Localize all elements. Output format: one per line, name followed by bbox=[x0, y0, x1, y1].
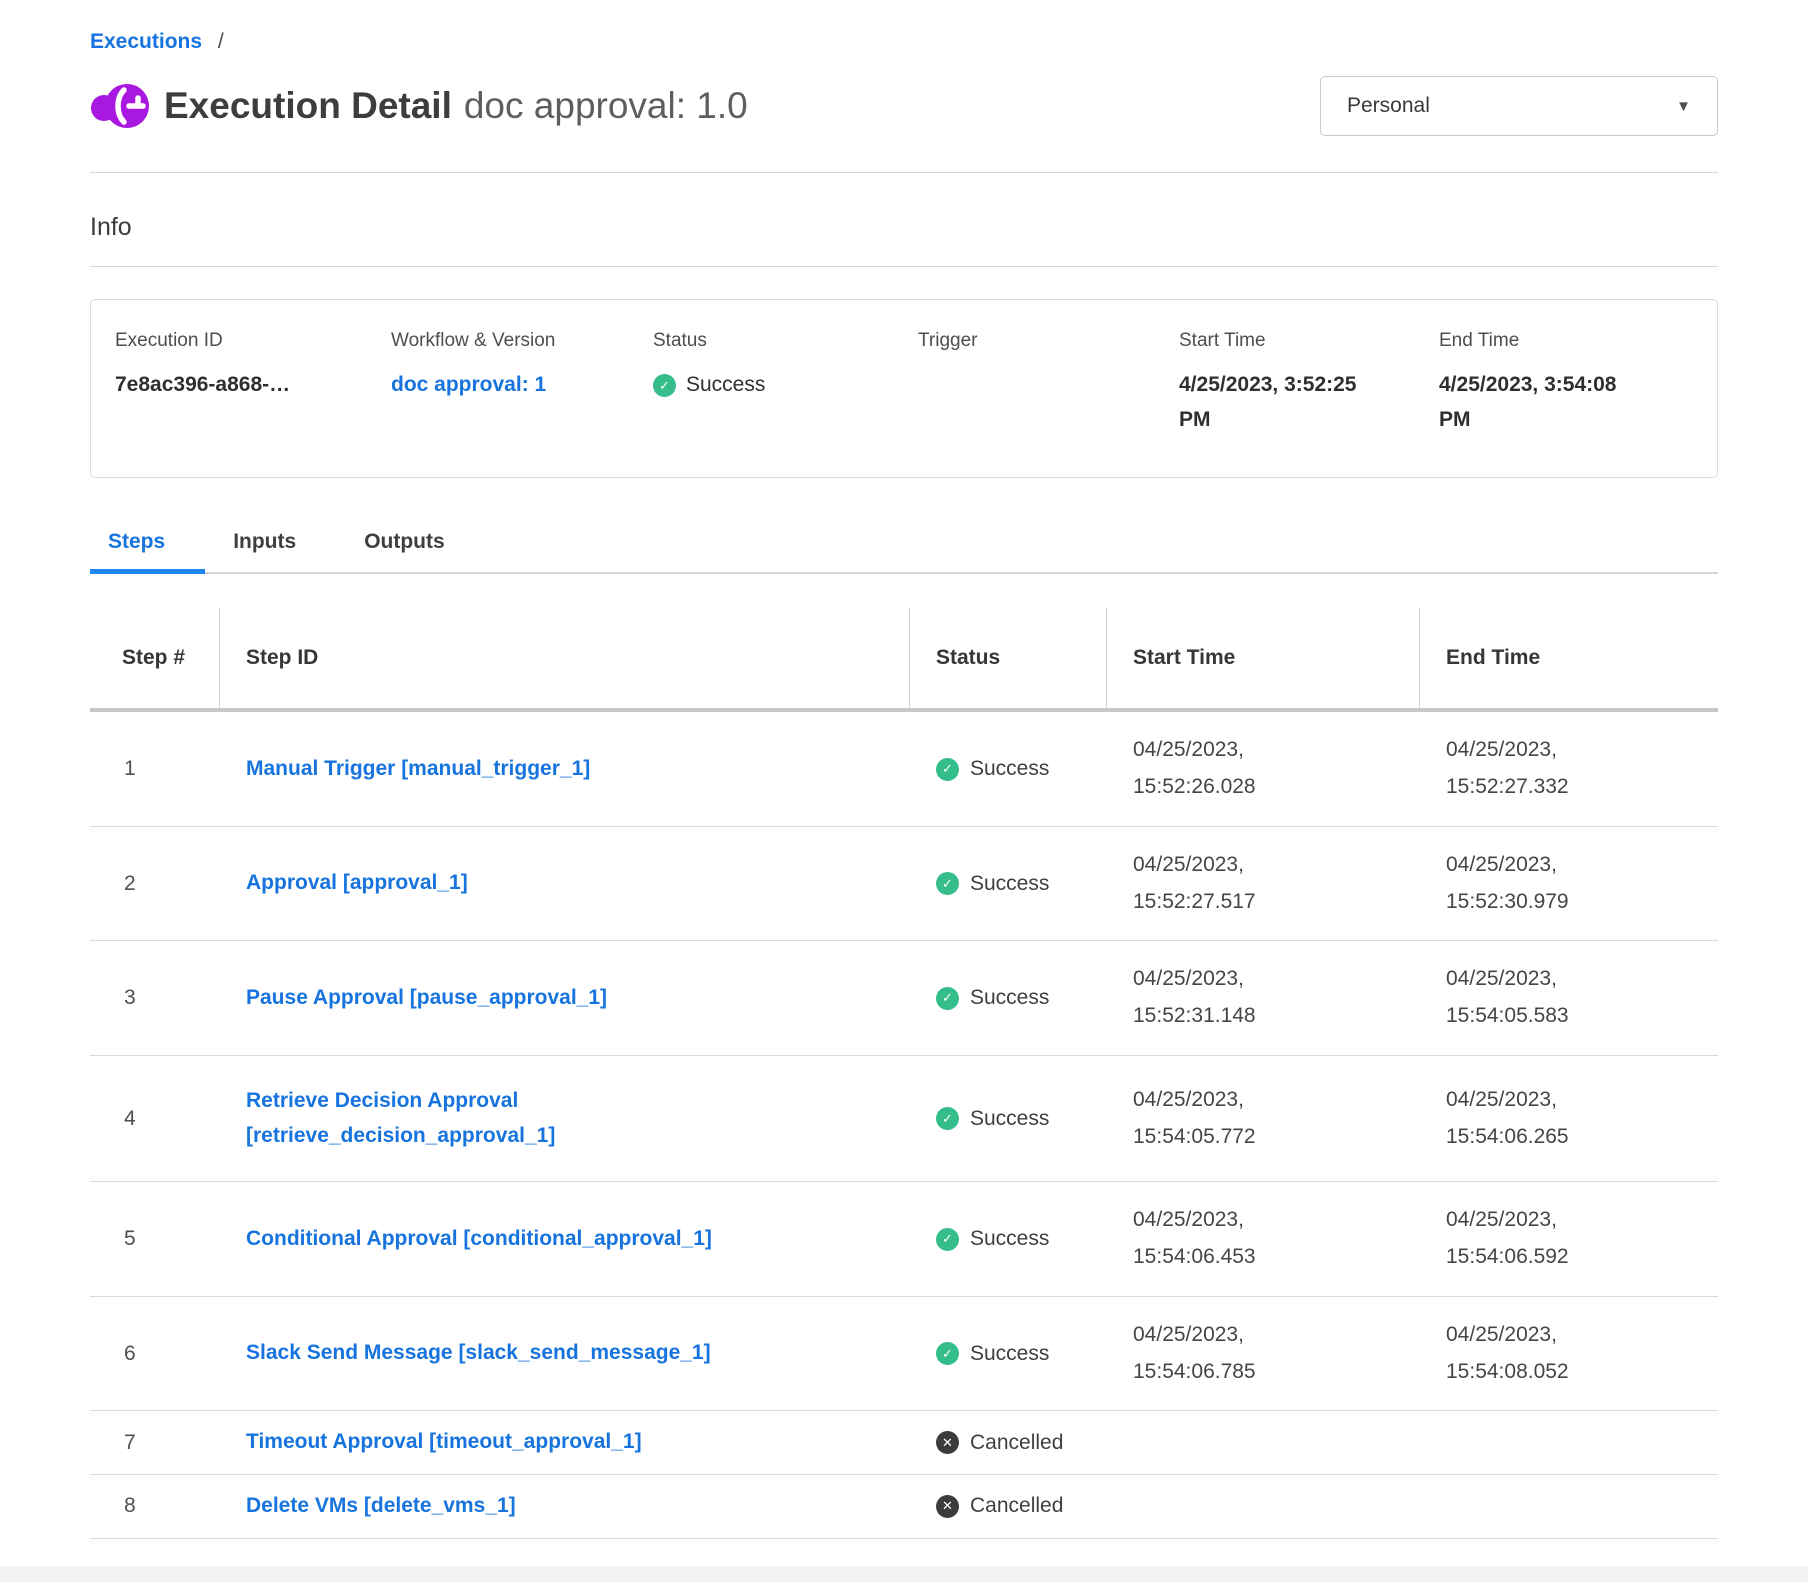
end-time: 04/25/2023, 15:54:06.592 bbox=[1446, 1202, 1616, 1276]
status-badge: Cancelled bbox=[910, 1494, 1107, 1518]
table-row: 4 Retrieve Decision Approval [retrieve_d… bbox=[90, 1056, 1718, 1183]
success-check-icon bbox=[936, 1107, 959, 1130]
field-label: Workflow & Version bbox=[391, 330, 653, 352]
status-badge: Success bbox=[910, 872, 1107, 896]
tab-inputs[interactable]: Inputs bbox=[215, 530, 336, 574]
success-check-icon bbox=[936, 1228, 959, 1251]
step-link[interactable]: Slack Send Message [slack_send_message_1… bbox=[246, 1336, 711, 1371]
start-time: 04/25/2023, 15:54:06.785 bbox=[1133, 1317, 1303, 1391]
success-check-icon bbox=[936, 758, 959, 781]
status-badge: Success bbox=[910, 1107, 1107, 1131]
step-number: 8 bbox=[90, 1494, 220, 1518]
table-row: 3 Pause Approval [pause_approval_1] Succ… bbox=[90, 941, 1718, 1056]
step-link[interactable]: Approval [approval_1] bbox=[246, 866, 468, 901]
page-header: Execution Detail doc approval: 1.0 Person… bbox=[90, 76, 1718, 136]
header-divider bbox=[90, 172, 1718, 173]
step-link[interactable]: Conditional Approval [conditional_approv… bbox=[246, 1222, 712, 1257]
col-step-id: Step ID bbox=[220, 608, 910, 708]
success-check-icon bbox=[936, 1342, 959, 1365]
field-execution-id: Execution ID 7e8ac396-a868-… bbox=[115, 330, 391, 437]
step-link[interactable]: Pause Approval [pause_approval_1] bbox=[246, 981, 607, 1016]
end-time: 04/25/2023, 15:52:27.332 bbox=[1446, 732, 1616, 806]
step-number: 7 bbox=[90, 1431, 220, 1455]
info-divider bbox=[90, 266, 1718, 267]
end-time: 04/25/2023, 15:52:30.979 bbox=[1446, 847, 1616, 921]
step-number: 5 bbox=[90, 1227, 220, 1251]
step-number: 1 bbox=[90, 757, 220, 781]
table-row: 6 Slack Send Message [slack_send_message… bbox=[90, 1297, 1718, 1412]
step-number: 6 bbox=[90, 1342, 220, 1366]
step-link[interactable]: Retrieve Decision Approval [retrieve_dec… bbox=[246, 1084, 806, 1153]
breadcrumb-executions-link[interactable]: Executions bbox=[90, 30, 202, 53]
breadcrumb: Executions / bbox=[90, 0, 1718, 54]
col-end-time: End Time bbox=[1420, 608, 1718, 708]
table-row: 1 Manual Trigger [manual_trigger_1] Succ… bbox=[90, 712, 1718, 827]
success-check-icon bbox=[936, 987, 959, 1010]
start-time: 04/25/2023, 15:52:31.148 bbox=[1133, 961, 1303, 1035]
field-status: Status Success bbox=[653, 330, 918, 437]
step-link[interactable]: Timeout Approval [timeout_approval_1] bbox=[246, 1425, 642, 1460]
col-status: Status bbox=[910, 608, 1107, 708]
status-badge: Cancelled bbox=[910, 1431, 1107, 1455]
tab-bar: Steps Inputs Outputs bbox=[90, 530, 1718, 574]
status-badge: Success bbox=[910, 1227, 1107, 1251]
field-label: Start Time bbox=[1179, 330, 1439, 352]
tab-outputs[interactable]: Outputs bbox=[346, 530, 484, 574]
cancelled-x-icon bbox=[936, 1431, 959, 1454]
workflow-version-link[interactable]: doc approval: 1 bbox=[391, 373, 546, 396]
field-label: Trigger bbox=[918, 330, 1179, 352]
start-time-value: 4/25/2023, 3:52:25 PM bbox=[1179, 368, 1384, 437]
info-card: Execution ID 7e8ac396-a868-… Workflow & … bbox=[90, 299, 1718, 478]
success-check-icon bbox=[653, 374, 676, 397]
col-step-num: Step # bbox=[90, 608, 220, 708]
status-value: Success bbox=[686, 368, 765, 403]
breadcrumb-separator: / bbox=[218, 30, 224, 53]
start-time: 04/25/2023, 15:52:27.517 bbox=[1133, 847, 1303, 921]
cancelled-x-icon bbox=[936, 1495, 959, 1518]
status-badge: Success bbox=[910, 986, 1107, 1010]
step-number: 3 bbox=[90, 986, 220, 1010]
info-section-title: Info bbox=[90, 213, 1718, 242]
execution-detail-page: Executions / Execution Detail doc approva… bbox=[90, 0, 1718, 1539]
table-row: 7 Timeout Approval [timeout_approval_1] … bbox=[90, 1411, 1718, 1475]
step-link[interactable]: Manual Trigger [manual_trigger_1] bbox=[246, 752, 590, 787]
field-label: Status bbox=[653, 330, 918, 352]
end-time: 04/25/2023, 15:54:05.583 bbox=[1446, 961, 1616, 1035]
field-trigger: Trigger bbox=[918, 330, 1179, 437]
start-time: 04/25/2023, 15:52:26.028 bbox=[1133, 732, 1303, 806]
scope-dropdown-value: Personal bbox=[1347, 94, 1430, 118]
end-time: 04/25/2023, 15:54:08.052 bbox=[1446, 1317, 1616, 1391]
field-label: Execution ID bbox=[115, 330, 391, 352]
chevron-down-icon[interactable] bbox=[1676, 99, 1691, 114]
step-link[interactable]: Delete VMs [delete_vms_1] bbox=[246, 1489, 516, 1524]
success-check-icon bbox=[936, 872, 959, 895]
step-number: 2 bbox=[90, 872, 220, 896]
start-time: 04/25/2023, 15:54:05.772 bbox=[1133, 1082, 1303, 1156]
bottom-strip bbox=[0, 1566, 1808, 1582]
execution-id-value: 7e8ac396-a868-… bbox=[115, 368, 391, 403]
field-label: End Time bbox=[1439, 330, 1717, 352]
start-time: 04/25/2023, 15:54:06.453 bbox=[1133, 1202, 1303, 1276]
status-badge: Success bbox=[910, 757, 1107, 781]
end-time: 04/25/2023, 15:54:06.265 bbox=[1446, 1082, 1616, 1156]
tab-steps[interactable]: Steps bbox=[90, 530, 205, 574]
workflow-logo-icon bbox=[90, 79, 150, 133]
table-header: Step # Step ID Status Start Time End Tim… bbox=[90, 608, 1718, 712]
table-row: 2 Approval [approval_1] Success 04/25/20… bbox=[90, 827, 1718, 942]
col-start-time: Start Time bbox=[1107, 608, 1420, 708]
end-time-value: 4/25/2023, 3:54:08 PM bbox=[1439, 368, 1644, 437]
field-workflow-version: Workflow & Version doc approval: 1 bbox=[391, 330, 653, 437]
table-row: 5 Conditional Approval [conditional_appr… bbox=[90, 1182, 1718, 1297]
scope-dropdown[interactable]: Personal bbox=[1320, 76, 1718, 136]
page-subtitle: doc approval: 1.0 bbox=[464, 85, 748, 126]
status-badge: Success bbox=[910, 1342, 1107, 1366]
field-start-time: Start Time 4/25/2023, 3:52:25 PM bbox=[1179, 330, 1439, 437]
steps-table: Step # Step ID Status Start Time End Tim… bbox=[90, 608, 1718, 1538]
table-row: 8 Delete VMs [delete_vms_1] Cancelled bbox=[90, 1475, 1718, 1539]
step-number: 4 bbox=[90, 1107, 220, 1131]
field-end-time: End Time 4/25/2023, 3:54:08 PM bbox=[1439, 330, 1717, 437]
page-title: Execution Detail bbox=[164, 85, 452, 126]
